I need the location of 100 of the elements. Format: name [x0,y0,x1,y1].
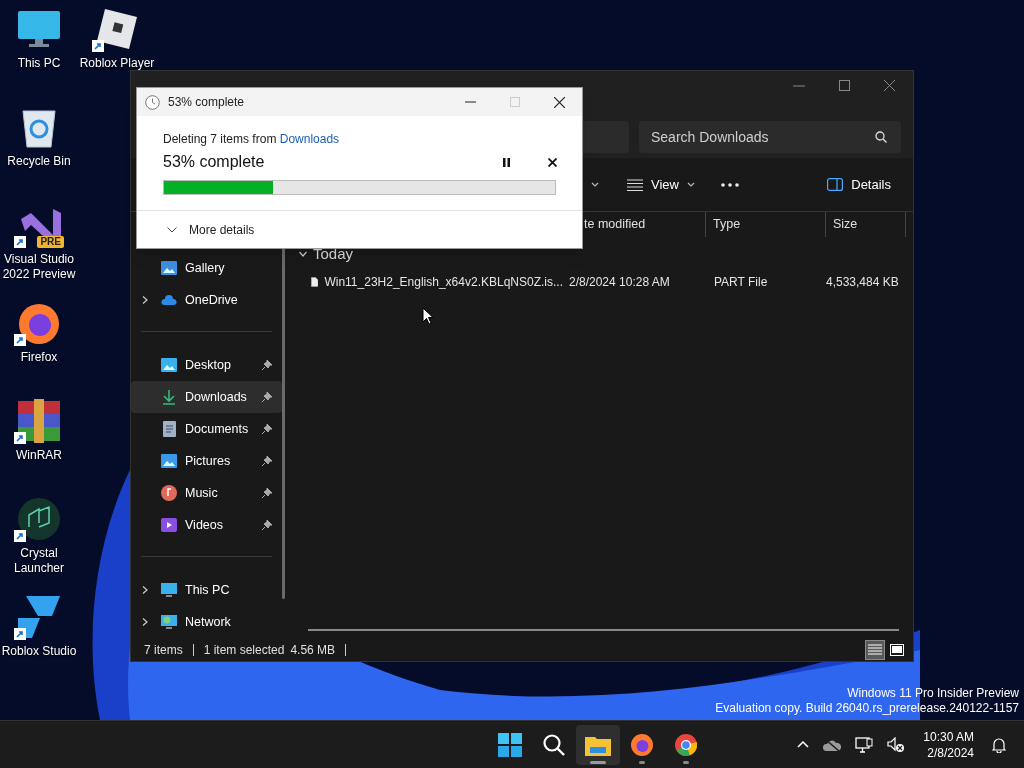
maximize-icon [510,97,520,107]
file-name[interactable]: Win11_23H2_English_x64v2.KBLqNS0Z.is... [324,273,563,291]
ellipsis-icon [720,182,739,187]
sidebar-item[interactable]: Music [131,477,282,509]
desktop-icon-label[interactable]: This PC [17,56,61,71]
column-header[interactable]: te modified [584,215,646,234]
view-button[interactable]: View [621,168,701,201]
pin-icon [262,392,272,402]
network-icon[interactable] [855,736,874,753]
cloud-icon [161,295,177,305]
desktop-icon-label[interactable]: Firefox [20,350,58,365]
network-icon [161,614,177,630]
chevron-right-icon[interactable] [141,296,149,304]
progress-heading: 53% complete [163,152,266,172]
bell-icon[interactable] [992,736,1006,753]
sidebar-item-label: Pictures [185,452,232,470]
clock-date: 2/8/2024 [927,744,974,761]
monitor-icon [161,582,177,598]
column-header[interactable]: Size [833,215,858,234]
sidebar-item-label: Gallery [185,259,226,277]
sidebar-item-label: Network [185,613,232,631]
sidebar-item[interactable]: OneDrive [131,284,282,316]
desktop-icon-label[interactable]: Crystal Launcher [0,546,78,576]
chevron-right-icon[interactable] [141,586,149,594]
status-text: 4.56 MB [290,642,336,659]
desktop-icon-label[interactable]: WinRAR [16,448,62,463]
desktop-icon-label[interactable]: Recycle Bin [7,154,71,169]
desktop-icon-label[interactable]: Roblox Studio [1,644,77,659]
stacked-books-icon [16,399,62,443]
desktop-icon-label[interactable]: Roblox Player [79,56,155,71]
roblox-studio-icon [16,594,62,640]
pin-icon [262,488,272,498]
file-size: 4,533,484 KB [826,274,900,291]
music-note-icon [161,485,177,501]
sidebar-item[interactable]: Videos [131,509,282,541]
maximize-icon[interactable] [839,80,850,91]
sidebar-item[interactable]: Gallery [131,252,282,284]
clock-time: 10:30 AM [923,728,974,745]
taskbar-app-button[interactable] [576,724,620,765]
pin-icon [262,424,272,434]
monitor-icon [17,9,61,49]
sidebar-item-label: Videos [185,516,224,534]
status-text: 1 item selected [203,642,285,659]
running-indicator [590,760,606,764]
file-date: 2/8/2024 10:28 AM [568,274,671,291]
sidebar-item[interactable]: Downloads [131,381,282,413]
sidebar-item-label: Documents [185,420,250,438]
sidebar-item-label: Downloads [185,388,248,406]
file-type: PART File [713,274,769,291]
source-folder-link[interactable]: Downloads [279,130,340,148]
caret-icon [686,181,695,188]
clock[interactable]: 10:30 AM 2/8/2024 [923,728,974,761]
details-pane-button[interactable]: Details [821,168,897,201]
more-details-button[interactable]: More details [167,220,255,239]
crystal-logo-icon [17,497,61,541]
mouse-pointer-icon [422,307,434,325]
search-field[interactable]: Search Downloads [639,121,901,153]
side-panel-icon [827,178,844,191]
caret-icon[interactable] [591,181,599,188]
sidebar-item-label: OneDrive [185,291,239,309]
fox-globe-icon [630,732,654,757]
horizontal-scrollbar[interactable] [308,629,899,631]
preview-badge: PRE [37,236,64,248]
chevron-up-icon[interactable] [797,741,810,748]
close-icon[interactable] [554,96,565,108]
cloud-off-icon[interactable] [823,738,842,751]
status-text: 7 items [144,642,183,659]
chevron-right-icon[interactable] [141,618,149,626]
sidebar-item-label: Desktop [185,356,232,374]
download-arrow-icon [162,389,176,405]
document-icon [162,421,176,437]
picture-icon [161,261,177,275]
sidebar-item-label: This PC [185,581,231,599]
file-icon [311,275,319,289]
pin-icon [262,360,272,370]
search-icon [542,732,566,757]
sidebar-item[interactable]: This PC [131,574,282,606]
clock-icon [145,94,160,110]
pin-icon [262,520,272,530]
pin-icon [262,456,272,466]
chevron-down-icon [167,226,177,233]
close-icon [547,157,557,167]
column-header[interactable]: Type [713,215,741,234]
chrome-logo-icon [674,732,698,757]
sidebar-item[interactable]: Documents [131,413,282,445]
video-icon [161,518,177,532]
sidebar-item[interactable]: Pictures [131,445,282,477]
search-icon [875,131,887,143]
speaker-muted-icon[interactable] [887,736,906,753]
sidebar-item[interactable]: Desktop [131,349,282,381]
sidebar-item[interactable]: Network [131,606,282,638]
dialog-message: Deleting 7 items from [163,131,278,148]
dialog-title: 53% complete [168,94,246,111]
running-indicator [683,760,689,764]
list-lines-icon [627,178,643,191]
desktop-icon [161,358,177,372]
chevron-down-icon[interactable] [299,250,307,258]
sidebar-item-label: Music [185,484,219,502]
desktop-icon-label[interactable]: Visual Studio 2022 Preview [0,252,78,282]
pause-icon [502,157,510,167]
